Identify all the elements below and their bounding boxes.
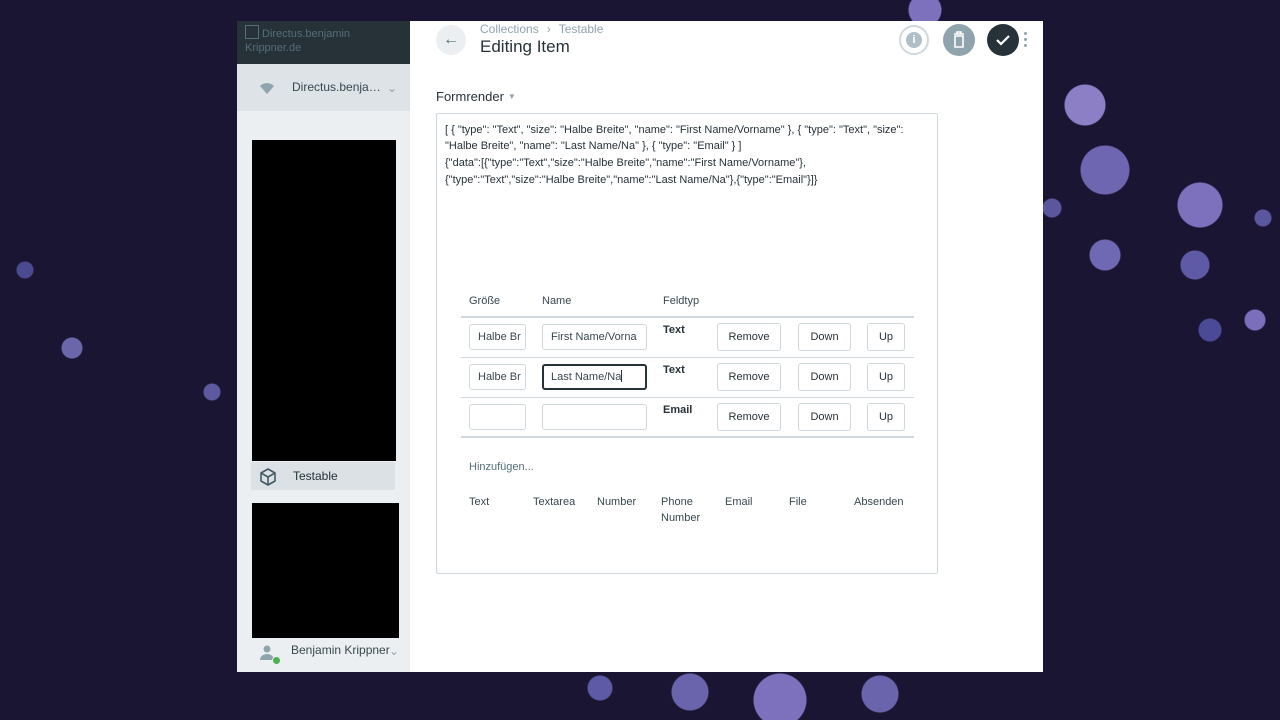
remove-button[interactable]: Remove [717, 323, 781, 351]
logo-alt-text: Directus.benjamin Krippner.de [245, 25, 405, 55]
size-input[interactable]: Halbe Br [469, 364, 526, 390]
field-type-label: Email [663, 404, 693, 416]
down-button[interactable]: Down [798, 403, 851, 431]
field-label: Formrender ▼ [436, 89, 516, 104]
field-type-label: Text [663, 364, 685, 376]
chevron-down-icon: ⌄ [389, 644, 400, 658]
delete-button[interactable] [943, 24, 975, 56]
sidebar-item-label: Testable [293, 469, 338, 483]
remove-button[interactable]: Remove [717, 363, 781, 391]
json-preview-line: [ { "type": "Text", "size": "Halbe Breit… [445, 124, 904, 136]
user-menu[interactable]: Benjamin Krippner ⌄ [251, 638, 406, 668]
add-option-phone-number[interactable]: Phone Number [661, 494, 711, 526]
up-button[interactable]: Up [867, 363, 905, 391]
back-button[interactable]: ← [436, 25, 466, 55]
page-title: Editing Item [480, 37, 570, 56]
text-cursor [621, 370, 623, 382]
add-option-textarea[interactable]: Textarea [533, 494, 575, 510]
info-button[interactable]: i [899, 25, 929, 55]
column-header-type: Feldtyp [663, 295, 700, 307]
app-window: Directus.benjamin Krippner.de Directus.b… [237, 21, 1043, 672]
redacted-region [252, 140, 396, 461]
online-status-dot [272, 656, 281, 665]
redacted-region [252, 503, 399, 638]
trash-icon [954, 31, 964, 48]
add-option-email[interactable]: Email [725, 494, 753, 510]
divider [461, 316, 914, 318]
divider [461, 397, 914, 398]
sidebar-item-testable[interactable]: Testable [251, 462, 395, 490]
add-field-label: Hinzufügen... [469, 461, 534, 473]
name-input-focused[interactable]: Last Name/Na [542, 364, 647, 390]
divider [461, 436, 914, 438]
size-input[interactable]: Halbe Br [469, 324, 526, 350]
project-switcher[interactable]: Directus.benja… ⌄ [237, 64, 410, 111]
info-icon: i [906, 32, 922, 48]
up-button[interactable]: Up [867, 403, 905, 431]
chevron-down-icon: ⌄ [387, 81, 398, 95]
up-button[interactable]: Up [867, 323, 905, 351]
submit-button[interactable]: Absenden [854, 494, 904, 510]
save-button[interactable] [987, 24, 1019, 56]
broken-image-icon [245, 25, 259, 39]
remove-button[interactable]: Remove [717, 403, 781, 431]
chevron-right-icon: › [546, 22, 551, 36]
wifi-icon [260, 83, 274, 94]
formrender-box: [ { "type": "Text", "size": "Halbe Breit… [436, 113, 938, 574]
check-icon [996, 35, 1010, 46]
name-input[interactable]: First Name/Vorna [542, 324, 647, 350]
more-options-icon[interactable] [1022, 30, 1028, 50]
size-input[interactable] [469, 404, 526, 430]
caret-down-icon[interactable]: ▼ [508, 92, 516, 101]
down-button[interactable]: Down [798, 323, 851, 351]
column-header-name: Name [542, 295, 572, 307]
arrow-left-icon: ← [443, 31, 459, 48]
divider [461, 357, 914, 358]
breadcrumb-collections[interactable]: Collections [480, 22, 539, 36]
logo-area[interactable]: Directus.benjamin Krippner.de [237, 21, 410, 64]
sidebar: Directus.benjamin Krippner.de Directus.b… [237, 21, 410, 672]
down-button[interactable]: Down [798, 363, 851, 391]
add-option-text[interactable]: Text [469, 494, 489, 510]
user-name: Benjamin Krippner [291, 643, 390, 657]
name-input[interactable] [542, 404, 647, 430]
add-option-number[interactable]: Number [597, 494, 636, 510]
project-name: Directus.benja… [292, 80, 381, 94]
json-preview-line: {"type":"Text","size":"Halbe Breite","na… [445, 174, 818, 186]
column-header-size: Größe [469, 295, 501, 307]
breadcrumb: Collections › Testable [480, 22, 603, 36]
json-preview-line: {"data":[{"type":"Text","size":"Halbe Br… [445, 157, 806, 169]
field-type-label: Text [663, 324, 685, 336]
breadcrumb-testable[interactable]: Testable [559, 22, 604, 36]
box-icon [260, 468, 276, 486]
json-preview-line: "Halbe Breite", "name": "Last Name/Na" }… [445, 140, 742, 152]
add-option-file[interactable]: File [789, 494, 807, 510]
